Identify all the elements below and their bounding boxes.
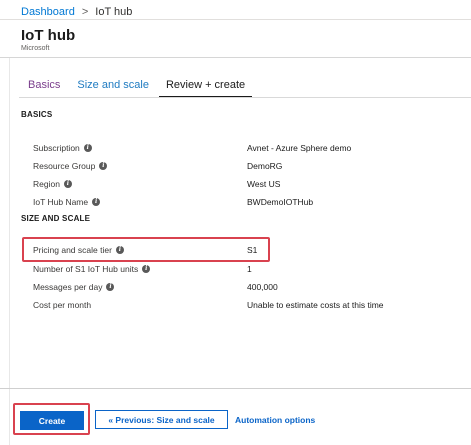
tab-basics[interactable]: Basics [28, 79, 60, 91]
row-label: Subscription [33, 143, 80, 153]
breadcrumb-separator: > [81, 6, 89, 18]
row-label: Region [33, 179, 60, 189]
info-icon[interactable]: i [106, 283, 115, 291]
row-label: Resource Group [33, 161, 96, 171]
automation-options-link[interactable]: Automation options [235, 415, 315, 425]
info-icon[interactable]: i [92, 198, 101, 206]
summary-row-resource-group: Resource Group i DemoRG [33, 161, 453, 175]
summary-row-messages-per-day: Messages per day i 400,000 [33, 282, 453, 296]
breadcrumb: Dashboard > IoT hub [21, 6, 132, 18]
row-label: Number of S1 IoT Hub units [33, 264, 139, 274]
tab-size-and-scale[interactable]: Size and scale [77, 79, 149, 91]
row-value: Avnet - Azure Sphere demo [247, 143, 352, 153]
row-value: West US [247, 179, 281, 189]
info-icon[interactable]: i [142, 265, 151, 273]
section-heading-size-and-scale: SIZE AND SCALE [21, 214, 91, 223]
row-label: IoT Hub Name [33, 197, 89, 207]
wizard-tabs: Basics Size and scale Review + create [28, 79, 262, 99]
tab-review-create[interactable]: Review + create [158, 79, 253, 98]
blade-header: IoT hub Microsoft [0, 19, 471, 58]
summary-row-hub-units: Number of S1 IoT Hub units i 1 [33, 264, 453, 278]
summary-row-iot-hub-name: IoT Hub Name i BWDemoIOTHub [33, 197, 453, 211]
summary-row-region: Region i West US [33, 179, 453, 193]
info-icon[interactable]: i [63, 180, 72, 188]
row-label: Pricing and scale tier [33, 245, 112, 255]
summary-row-pricing-tier: Pricing and scale tier i S1 [33, 245, 453, 259]
breadcrumb-current: IoT hub [95, 6, 133, 18]
info-icon[interactable]: i [99, 162, 108, 170]
footer-divider [0, 388, 471, 389]
page-subtitle: Microsoft [21, 45, 50, 52]
row-value: S1 [247, 245, 258, 255]
row-label: Messages per day [33, 282, 103, 292]
row-value: 400,000 [247, 282, 278, 292]
summary-row-cost-per-month: Cost per month Unable to estimate costs … [33, 300, 453, 314]
info-icon[interactable]: i [115, 246, 124, 254]
summary-row-subscription: Subscription i Avnet - Azure Sphere demo [33, 143, 453, 157]
info-icon[interactable]: i [83, 144, 92, 152]
breadcrumb-dashboard-link[interactable]: Dashboard [21, 6, 75, 18]
create-button[interactable]: Create [20, 411, 84, 430]
content-left-border [9, 58, 10, 445]
tabs-divider [19, 97, 471, 98]
row-label: Cost per month [33, 300, 92, 310]
previous-button[interactable]: « Previous: Size and scale [95, 410, 228, 429]
section-heading-basics: BASICS [21, 110, 53, 119]
row-value: Unable to estimate costs at this time [247, 300, 384, 310]
row-value: 1 [247, 264, 252, 274]
page-title: IoT hub [21, 27, 76, 44]
row-value: BWDemoIOTHub [247, 197, 314, 207]
row-value: DemoRG [247, 161, 283, 171]
